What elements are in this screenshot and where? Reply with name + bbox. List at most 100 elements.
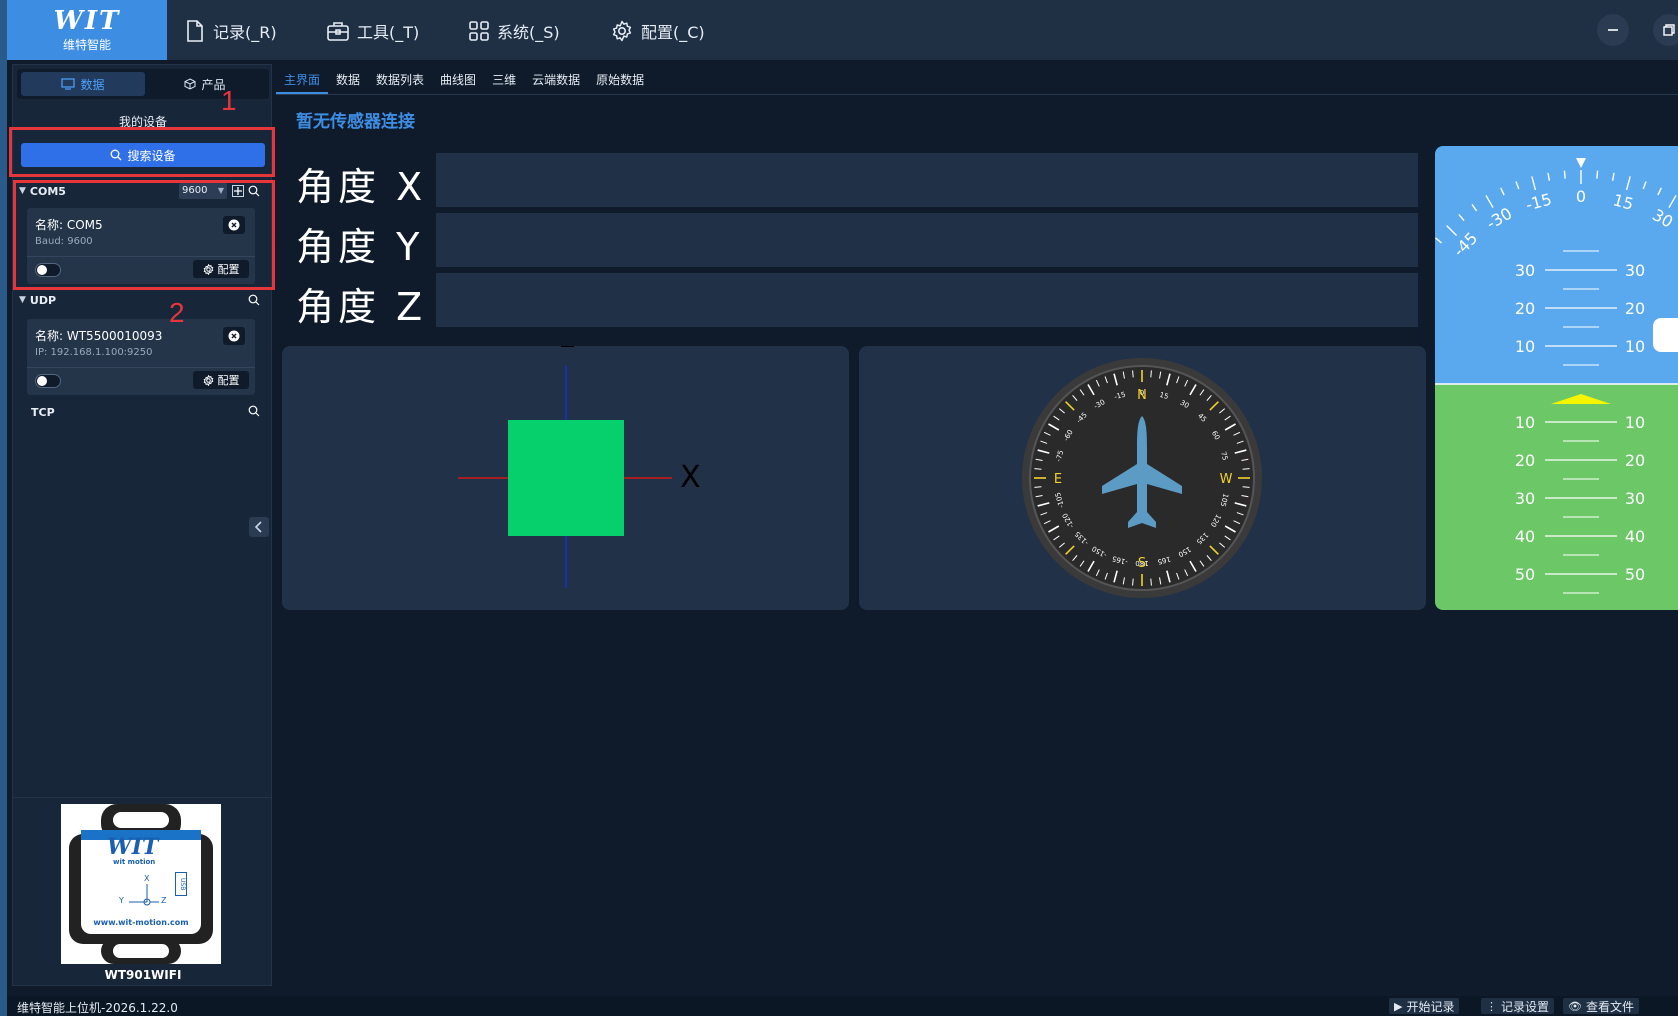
title-bar: WIT 维特智能 记录(_R) 工具(_T) 系统(_S) 配置(_C) <box>7 0 1678 60</box>
sensor-cube <box>508 420 624 536</box>
gear-icon <box>203 374 213 386</box>
product-usb-label: USB <box>175 872 187 896</box>
play-icon: ▶ <box>1394 999 1403 1013</box>
tab-3d[interactable]: 三维 <box>484 66 524 94</box>
attitude-indicator: -45 -30 -15 0 15 30 30 30 20 20 10 10 10 10 20 20 30 30 4… <box>1435 146 1678 610</box>
connect-toggle[interactable] <box>35 374 61 388</box>
cube-icon <box>184 78 196 90</box>
view-files-label: 查看文件 <box>1585 999 1634 1014</box>
side-handle[interactable] <box>1653 318 1678 352</box>
view-files-button[interactable]: 👁 查看文件 <box>1563 998 1639 1014</box>
record-settings-label: 记录设置 <box>1501 999 1550 1014</box>
device-card-udp[interactable]: 名称: WT5500010093 IP: 192.168.1.100:9250 … <box>27 319 255 395</box>
device-config-label: 配置 <box>217 374 240 387</box>
tab-main[interactable]: 主界面 <box>276 66 329 94</box>
tab-curve[interactable]: 曲线图 <box>432 66 484 94</box>
connection-status: 暂无传感器连接 <box>296 112 415 132</box>
pitch-label-left: 30 <box>1515 489 1535 508</box>
sidebar-tab-product[interactable]: 产品 <box>145 72 265 96</box>
compass-tick <box>1132 370 1134 378</box>
x-axis-label: X <box>680 460 701 495</box>
compass-tick <box>1132 578 1134 586</box>
product-tagline: wit motion <box>113 858 156 866</box>
card-divider <box>27 367 255 368</box>
angle-x-label: 角度 X <box>296 165 427 209</box>
tab-cloud[interactable]: 云端数据 <box>524 66 588 94</box>
annotation-number-1: 1 <box>221 85 237 116</box>
compass-tick <box>1242 468 1250 470</box>
product-axis-z: Z <box>161 896 167 905</box>
tab-data-list[interactable]: 数据列表 <box>368 66 432 94</box>
pitch-label-right: 20 <box>1625 299 1645 318</box>
product-axis-y: Y <box>119 896 124 905</box>
start-record-button[interactable]: ▶ 开始记录 <box>1389 998 1460 1014</box>
device-sidebar: 数据 产品 我的设备 搜索设备 ▼ COM5 9600 ▼ 名称: COM5 B… <box>9 64 275 986</box>
group-udp[interactable]: ▼ UDP <box>19 291 56 309</box>
roll-label: 0 <box>1576 187 1586 206</box>
toggle-knob <box>37 376 47 386</box>
desktop-edge <box>0 0 7 1016</box>
compass-tick <box>1242 486 1250 488</box>
menu-config-label: 配置(_C) <box>641 23 705 42</box>
record-settings-button[interactable]: ⋮ 记录设置 <box>1481 998 1555 1014</box>
roll-tick <box>1596 170 1599 179</box>
menu-system-label: 系统(_S) <box>497 23 560 42</box>
angle-y-label: 角度 Y <box>296 225 424 269</box>
status-bar: 维特智能上位机-2026.1.22.0 ▶ 开始记录 ⋮ 记录设置 👁 查看文件 <box>7 996 1678 1016</box>
tcp-search-button[interactable] <box>247 404 261 418</box>
more-vertical-icon: ⋮ <box>1486 999 1497 1013</box>
menu-record[interactable]: 记录(_R) <box>185 18 277 44</box>
compass-east-label: E <box>1054 472 1062 487</box>
gear-icon <box>612 20 632 42</box>
collapse-sidebar-button[interactable] <box>249 517 269 537</box>
pitch-label-right: 10 <box>1625 413 1645 432</box>
compass: 01801530456075105120135150165-15-30-45-6… <box>1022 358 1262 598</box>
tab-divider <box>276 94 1678 95</box>
udp-search-button[interactable] <box>247 293 261 307</box>
restore-icon <box>1663 24 1675 36</box>
file-icon <box>187 20 203 42</box>
content-tabs: 主界面 数据 数据列表 曲线图 三维 云端数据 原始数据 <box>276 66 652 94</box>
menu-config[interactable]: 配置(_C) <box>611 18 705 44</box>
chevron-down-icon: ▼ <box>19 295 26 305</box>
remove-device-button[interactable] <box>223 327 245 345</box>
maximize-button[interactable] <box>1653 14 1678 46</box>
menu-system[interactable]: 系统(_S) <box>469 18 560 44</box>
sidebar-tab-data[interactable]: 数据 <box>21 72 145 96</box>
pitch-label-right: 40 <box>1625 527 1645 546</box>
angle-z-bar <box>436 273 1418 327</box>
eye-icon: 👁 <box>1568 999 1582 1013</box>
compass-tick <box>1150 370 1152 378</box>
grid-icon <box>469 21 489 41</box>
z-axis-label: Z <box>560 346 575 353</box>
device-config-button[interactable]: 配置 <box>193 371 249 389</box>
product-image: WIT wit motion USB X Y Z www.wit-motion.… <box>61 804 221 964</box>
annotation-box-1 <box>9 127 275 177</box>
compass-tick <box>1150 578 1152 586</box>
pitch-label-right: 30 <box>1625 261 1645 280</box>
angle-z-label: 角度 Z <box>296 285 427 329</box>
device-name: 名称: WT5500010093 <box>35 329 163 343</box>
sidebar-tab-data-label: 数据 <box>80 77 105 92</box>
pitch-label-left: 20 <box>1515 299 1535 318</box>
group-tcp[interactable]: TCP <box>31 403 55 421</box>
toolbox-icon <box>327 22 349 41</box>
minimize-icon <box>1608 29 1618 31</box>
angle-y-bar <box>436 213 1418 267</box>
pitch-label-left: 10 <box>1515 337 1535 356</box>
product-preview: WIT wit motion USB X Y Z www.wit-motion.… <box>13 797 271 985</box>
app-logo: WIT 维特智能 <box>7 0 167 60</box>
logo-subtitle: 维特智能 <box>62 37 111 52</box>
axis-view <box>458 366 672 588</box>
minimize-button[interactable] <box>1597 14 1629 46</box>
pitch-label-left: 40 <box>1515 527 1535 546</box>
chevron-left-icon <box>254 521 262 533</box>
compass-tick <box>1034 468 1042 470</box>
group-udp-label: UDP <box>29 293 57 307</box>
pitch-label-right: 30 <box>1625 489 1645 508</box>
menu-tools[interactable]: 工具(_T) <box>327 18 419 44</box>
tab-raw[interactable]: 原始数据 <box>588 66 652 94</box>
search-icon <box>248 405 260 417</box>
pitch-label-left: 30 <box>1515 261 1535 280</box>
tab-data[interactable]: 数据 <box>328 66 368 94</box>
